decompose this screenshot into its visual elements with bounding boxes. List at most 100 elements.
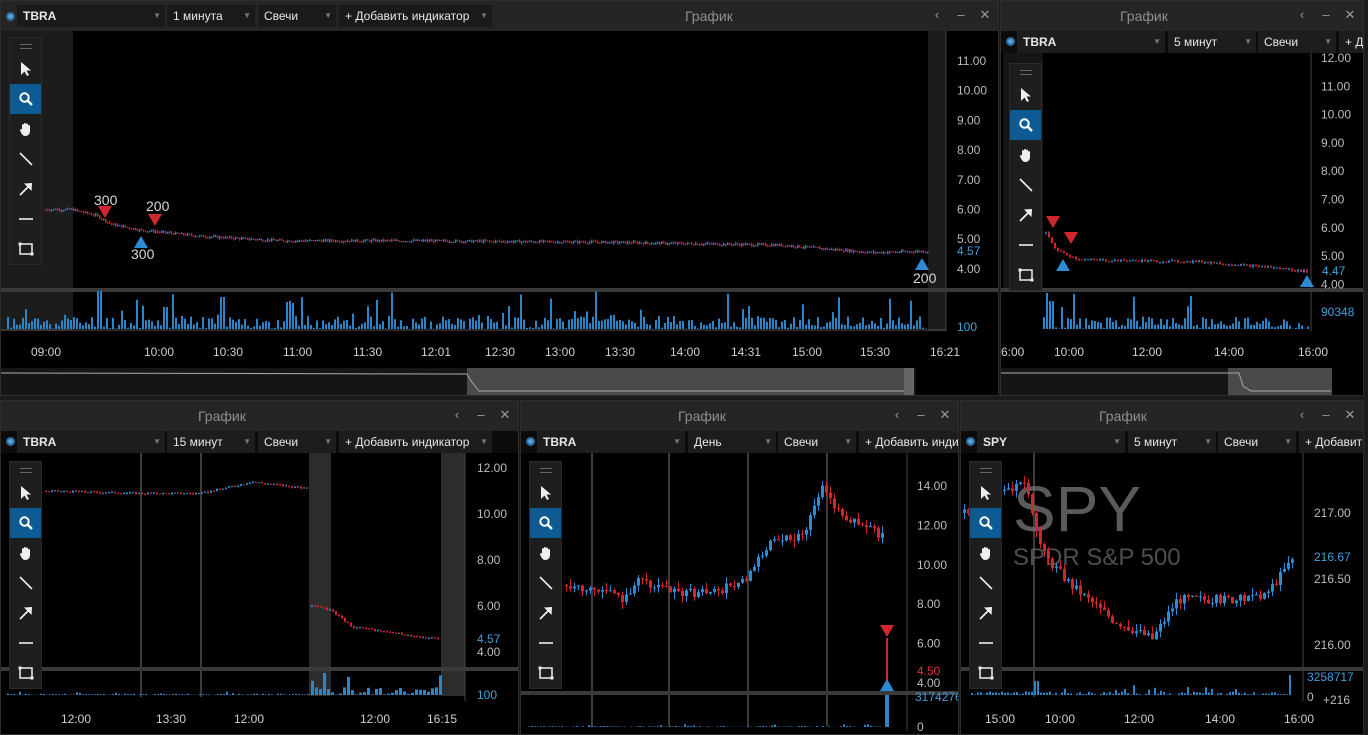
candle-body — [165, 231, 167, 233]
line-icon[interactable] — [10, 144, 41, 174]
candle-body — [593, 241, 595, 243]
volume-bar — [61, 694, 63, 695]
zoom-icon[interactable] — [10, 84, 41, 114]
candle-body — [1294, 270, 1296, 272]
rectangle-icon[interactable] — [10, 234, 41, 264]
candle-body — [109, 222, 111, 224]
trade-size-label: 200 — [146, 198, 170, 214]
volume-bar — [986, 692, 988, 695]
candle-body — [579, 241, 581, 243]
horizontal-line-icon[interactable] — [10, 628, 41, 658]
volume-bar — [91, 317, 93, 329]
volume-bar — [124, 319, 126, 329]
volume-bar — [199, 693, 201, 695]
volume-bar — [295, 693, 297, 695]
candle-body — [267, 239, 269, 241]
toolbar-grip-icon[interactable] — [970, 462, 1001, 478]
line-icon[interactable] — [10, 568, 41, 598]
volume-bar — [1250, 324, 1252, 329]
volume-bar — [1226, 325, 1228, 329]
price-chart[interactable]: SPYSPDR S&P 500217.00216.50216.00216.673… — [961, 401, 1364, 735]
candle-body — [434, 637, 436, 639]
volume-bar — [229, 317, 231, 329]
price-chart[interactable]: 12.0010.008.006.004.004.5710012:00 13:30 1… — [1, 401, 519, 735]
horizontal-line-icon[interactable] — [1010, 230, 1041, 260]
trade-size-label: 300 — [131, 246, 155, 262]
hand-icon[interactable] — [10, 114, 41, 144]
candle-body — [270, 483, 272, 485]
arrow-icon[interactable] — [530, 598, 561, 628]
candle-body — [329, 609, 331, 611]
toolbar-grip-icon[interactable] — [10, 462, 41, 478]
volume-bar — [139, 327, 141, 329]
volume-bar — [311, 680, 314, 695]
candle-body — [1213, 262, 1215, 264]
cursor-icon[interactable] — [10, 478, 41, 508]
zoom-icon[interactable] — [970, 508, 1001, 538]
hand-icon[interactable] — [970, 538, 1001, 568]
volume-bar — [1253, 692, 1255, 695]
arrow-icon[interactable] — [10, 598, 41, 628]
price-chart[interactable]: 14.0012.0010.008.006.004.004.5031742760 — [521, 401, 959, 735]
candle-body — [1075, 257, 1077, 260]
horizontal-line-icon[interactable] — [10, 204, 41, 234]
candle-body — [78, 491, 80, 493]
horizontal-line-icon[interactable] — [970, 628, 1001, 658]
rectangle-icon[interactable] — [530, 658, 561, 688]
volume-bar — [363, 692, 366, 695]
arrow-icon[interactable] — [10, 174, 41, 204]
volume-bar — [784, 320, 786, 329]
candle-body — [761, 243, 763, 245]
volume-bar — [883, 327, 885, 329]
volume-bar — [1199, 327, 1201, 329]
toolbar-grip-icon[interactable] — [1010, 64, 1041, 80]
price-chart[interactable]: 11.0010.009.008.007.006.005.004.004.5710… — [1, 1, 999, 396]
candle-body — [649, 243, 651, 245]
rectangle-icon[interactable] — [10, 658, 41, 688]
candle-body — [621, 594, 624, 603]
candle-body — [535, 242, 537, 244]
line-icon[interactable] — [530, 568, 561, 598]
horizontal-line-icon[interactable] — [530, 628, 561, 658]
zoom-icon[interactable] — [530, 508, 561, 538]
hand-icon[interactable] — [10, 538, 41, 568]
volume-bar — [1094, 320, 1096, 329]
volume-bar — [1187, 687, 1189, 695]
candle-body — [1243, 594, 1246, 601]
zoom-icon[interactable] — [1010, 110, 1041, 140]
candle-body — [1105, 259, 1107, 262]
volume-bar — [52, 328, 54, 329]
cursor-icon[interactable] — [970, 478, 1001, 508]
hand-icon[interactable] — [1010, 140, 1041, 170]
arrow-icon[interactable] — [970, 598, 1001, 628]
volume-bar — [371, 694, 374, 695]
line-icon[interactable] — [1010, 170, 1041, 200]
candle-body — [633, 241, 635, 244]
candle-body — [1297, 269, 1299, 272]
rectangle-icon[interactable] — [1010, 260, 1041, 290]
toolbar-grip-icon[interactable] — [530, 462, 561, 478]
zoom-icon[interactable] — [10, 508, 41, 538]
cursor-icon[interactable] — [10, 54, 41, 84]
candle-body — [105, 492, 107, 494]
y-tick-label: 4.00 — [1321, 277, 1345, 291]
candle-body — [437, 638, 439, 640]
volume-bar — [556, 318, 558, 329]
arrow-icon[interactable] — [1010, 200, 1041, 230]
candle-body — [397, 240, 399, 242]
price-chart[interactable]: 12.0011.0010.009.008.007.006.005.004.004… — [1001, 1, 1364, 396]
candle-body — [247, 237, 249, 240]
candle-body — [1055, 566, 1058, 568]
volume-bar — [1055, 692, 1057, 695]
cursor-icon[interactable] — [530, 478, 561, 508]
hand-icon[interactable] — [530, 538, 561, 568]
candle-body — [1225, 264, 1227, 266]
cursor-icon[interactable] — [1010, 80, 1041, 110]
candle-body — [123, 225, 125, 228]
toolbar-grip-icon[interactable] — [10, 38, 41, 54]
volume-bar — [759, 726, 761, 727]
line-icon[interactable] — [970, 568, 1001, 598]
candle-body — [853, 250, 855, 253]
rectangle-icon[interactable] — [970, 658, 1001, 688]
candle-body — [119, 225, 121, 227]
